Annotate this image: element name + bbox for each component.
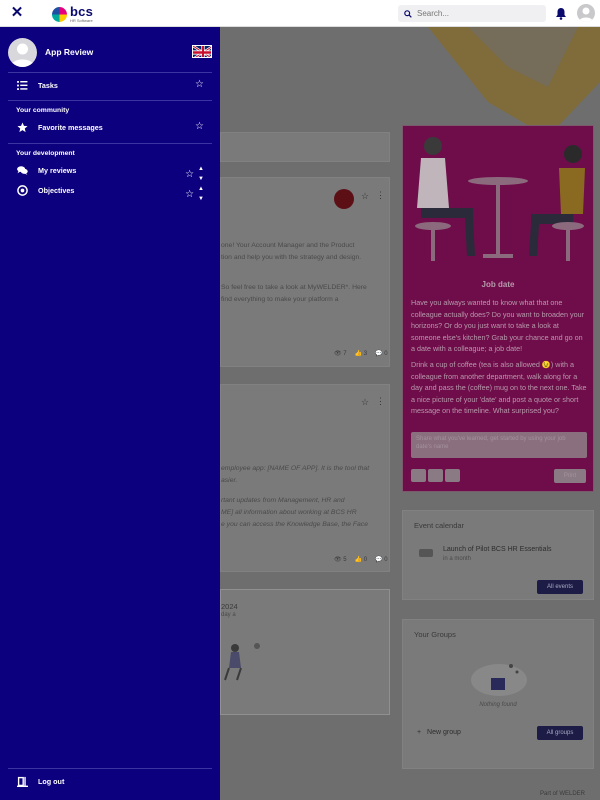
job-date-paragraph: Have you always wanted to know what that… <box>411 298 585 353</box>
sidebar-item-log-out[interactable]: Log out <box>8 772 212 790</box>
search-icon <box>404 9 412 18</box>
camera-icon[interactable] <box>428 469 443 482</box>
event-time: in a month <box>443 556 472 562</box>
post-text-line: rtant updates from Management, HR and <box>221 497 345 504</box>
section-label-development: Your development <box>16 150 75 157</box>
profile-name: App Review <box>45 47 94 57</box>
event-logo-icon <box>419 549 433 557</box>
new-group-label: New group <box>427 729 461 736</box>
post-text-line: employee app: [NAME OF APP]. It is the t… <box>221 465 370 472</box>
sidebar-item-tasks[interactable]: Tasks ☆ <box>8 76 212 94</box>
logo-word: bcs <box>70 4 94 19</box>
divider <box>8 72 212 73</box>
favorite-star-icon[interactable]: ☆ <box>185 189 194 200</box>
job-date-title: Job date <box>481 280 515 289</box>
favorite-star-icon[interactable]: ☆ <box>195 79 204 90</box>
all-groups-button[interactable]: All groups <box>537 726 583 740</box>
favorite-star-icon[interactable]: ☆ <box>185 169 194 180</box>
more-options-icon[interactable]: ⋮ <box>376 190 385 201</box>
sidebar-item-label: My reviews <box>38 165 77 175</box>
job-date-card: Job date Have you always wanted to know … <box>402 125 594 492</box>
your-groups-title: Your Groups <box>414 630 456 639</box>
print-button[interactable]: Print <box>554 469 586 483</box>
sidebar-item-favorite-messages[interactable]: Favorite messages ☆ <box>8 118 212 136</box>
divider <box>8 100 212 101</box>
top-bar: ✕ bcs HR Software <box>0 0 600 27</box>
likes-count: 0 <box>363 557 368 563</box>
more-options-icon[interactable]: ⋮ <box>376 396 385 407</box>
reorder-icon[interactable]: ▲ ▼ <box>198 184 204 204</box>
sidebar-item-label: Favorite messages <box>38 122 103 132</box>
job-date-message-input[interactable]: Share what you've learned, get started b… <box>411 432 587 458</box>
target-icon <box>16 184 28 196</box>
bell-icon[interactable] <box>555 7 567 20</box>
user-avatar[interactable] <box>577 4 595 22</box>
sidebar-item-my-reviews[interactable]: My reviews ☆ ▲ ▼ <box>8 161 212 182</box>
favorite-star-icon[interactable]: ☆ <box>195 121 204 132</box>
new-group-button[interactable]: + New group <box>417 727 461 739</box>
likes-count: 3 <box>363 351 368 357</box>
empty-groups-illustration <box>471 664 527 696</box>
post-text-line: one! Your Account Manager and the Produc… <box>221 242 355 249</box>
sidebar-item-objectives[interactable]: Objectives ☆ ▲ ▼ <box>8 181 212 202</box>
comments-count: 0 <box>384 557 388 563</box>
event-calendar-card: Event calendar Launch of Pilot BCS HR Es… <box>402 510 594 600</box>
bookmark-icon[interactable]: ☆ <box>361 397 369 408</box>
attach-icon[interactable] <box>411 469 426 482</box>
views-count: 5 <box>343 557 347 563</box>
post-stats: 👁 7 👍 3 💬 0 <box>334 351 388 357</box>
post-text-line: tion and help you with the strategy and … <box>221 254 362 261</box>
views-count: 7 <box>343 351 347 357</box>
sidebar-item-label: Log out <box>38 776 65 786</box>
profile-header[interactable]: App Review <box>8 37 212 67</box>
search-box[interactable] <box>398 5 546 22</box>
coffee-date-illustration <box>403 126 593 271</box>
comments-icon <box>16 164 28 176</box>
post-text-line: asier. <box>221 477 238 484</box>
logo-mark-icon <box>52 6 67 22</box>
event-calendar-title: Event calendar <box>414 521 465 530</box>
logo-subtitle: HR Software <box>70 18 93 23</box>
attachment-toolbar <box>411 469 460 482</box>
composer-card[interactable] <box>220 132 390 162</box>
hero-decoration <box>428 27 600 137</box>
post-text-line: ME] all information about working at BCS… <box>221 509 357 516</box>
footer-text: Part of WELDER <box>540 791 586 797</box>
post-card[interactable]: ☆ ⋮ one! Your Account Manager and the Pr… <box>220 177 390 367</box>
empty-groups-text: Nothing found <box>479 702 517 708</box>
post-card[interactable]: ☆ ⋮ employee app: [NAME OF APP]. It is t… <box>220 384 390 572</box>
post-stats: 👁 5 👍 0 💬 0 <box>334 557 388 563</box>
event-post-subtitle: day a <box>221 612 236 618</box>
comments-count: 0 <box>384 351 388 357</box>
all-events-button[interactable]: All events <box>537 580 583 594</box>
divider <box>8 143 212 144</box>
language-flag-icon[interactable] <box>192 45 212 58</box>
post-text-line: e you can access the Knowledge Base, the… <box>221 521 368 528</box>
sidebar-item-label: Tasks <box>38 80 58 90</box>
post-text-line: So feel free to take a look at MyWELDER*… <box>221 284 367 291</box>
side-menu: App Review Tasks ☆ Your community Favori… <box>0 27 220 800</box>
user-silhouette-icon <box>579 7 593 22</box>
video-icon[interactable] <box>445 469 460 482</box>
event-post-card[interactable]: 2024 day a <box>220 589 390 715</box>
log-out-door-icon <box>16 775 28 787</box>
your-groups-card: Your Groups Nothing found + New group Al… <box>402 619 594 769</box>
post-text-line: find everything to make your platform a <box>221 296 339 303</box>
app-logo[interactable]: bcs HR Software <box>52 4 93 24</box>
plus-icon: + <box>417 729 422 736</box>
star-filled-icon <box>16 121 28 133</box>
close-menu-button[interactable]: ✕ <box>9 5 25 21</box>
profile-avatar[interactable] <box>8 37 37 67</box>
bookmark-icon[interactable]: ☆ <box>361 191 369 202</box>
event-post-illustration <box>223 638 263 683</box>
search-input[interactable] <box>417 9 542 18</box>
job-date-paragraph: Drink a cup of coffee (tea is also allow… <box>411 360 587 415</box>
section-label-community: Your community <box>16 107 70 114</box>
divider <box>8 768 212 769</box>
post-sticker-icon <box>334 189 354 209</box>
profile-silhouette-icon <box>11 43 34 67</box>
task-list-icon <box>16 79 28 91</box>
sidebar-item-label: Objectives <box>38 185 75 195</box>
